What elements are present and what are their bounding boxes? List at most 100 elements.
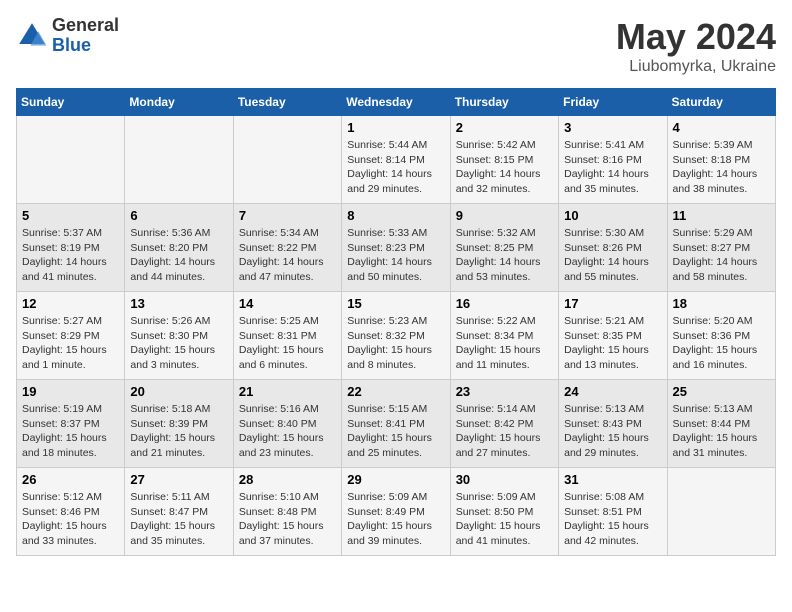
logo-blue: Blue [52, 36, 119, 56]
calendar-week-row: 5 Sunrise: 5:37 AM Sunset: 8:19 PM Daylig… [17, 204, 776, 292]
day-info: Sunrise: 5:20 AM Sunset: 8:36 PM Dayligh… [673, 314, 770, 373]
day-number: 24 [564, 384, 661, 399]
logo-text: General Blue [52, 16, 119, 56]
day-number: 6 [130, 208, 227, 223]
day-info: Sunrise: 5:36 AM Sunset: 8:20 PM Dayligh… [130, 226, 227, 285]
day-info: Sunrise: 5:32 AM Sunset: 8:25 PM Dayligh… [456, 226, 553, 285]
calendar-cell: 16 Sunrise: 5:22 AM Sunset: 8:34 PM Dayli… [450, 292, 558, 380]
calendar-cell: 30 Sunrise: 5:09 AM Sunset: 8:50 PM Dayli… [450, 468, 558, 556]
day-number: 2 [456, 120, 553, 135]
logo-icon [16, 20, 48, 52]
calendar-cell: 3 Sunrise: 5:41 AM Sunset: 8:16 PM Daylig… [559, 116, 667, 204]
day-number: 18 [673, 296, 770, 311]
day-info: Sunrise: 5:12 AM Sunset: 8:46 PM Dayligh… [22, 490, 119, 549]
day-info: Sunrise: 5:37 AM Sunset: 8:19 PM Dayligh… [22, 226, 119, 285]
calendar-week-row: 1 Sunrise: 5:44 AM Sunset: 8:14 PM Daylig… [17, 116, 776, 204]
calendar-cell: 10 Sunrise: 5:30 AM Sunset: 8:26 PM Dayli… [559, 204, 667, 292]
day-info: Sunrise: 5:09 AM Sunset: 8:49 PM Dayligh… [347, 490, 444, 549]
day-info: Sunrise: 5:29 AM Sunset: 8:27 PM Dayligh… [673, 226, 770, 285]
calendar-header-row: SundayMondayTuesdayWednesdayThursdayFrid… [17, 89, 776, 116]
day-info: Sunrise: 5:15 AM Sunset: 8:41 PM Dayligh… [347, 402, 444, 461]
header-wednesday: Wednesday [342, 89, 450, 116]
day-number: 11 [673, 208, 770, 223]
calendar-cell: 15Sunrise: 5:23 AM Sunset: 8:32 PM Dayli… [342, 292, 450, 380]
calendar-cell: 9 Sunrise: 5:32 AM Sunset: 8:25 PM Daylig… [450, 204, 558, 292]
day-info: Sunrise: 5:14 AM Sunset: 8:42 PM Dayligh… [456, 402, 553, 461]
day-number: 27 [130, 472, 227, 487]
calendar-cell: 22 Sunrise: 5:15 AM Sunset: 8:41 PM Dayli… [342, 380, 450, 468]
page-header: General Blue May 2024 Liubomyrka, Ukrain… [16, 16, 776, 76]
logo: General Blue [16, 16, 119, 56]
header-thursday: Thursday [450, 89, 558, 116]
day-info: Sunrise: 5:16 AM Sunset: 8:40 PM Dayligh… [239, 402, 336, 461]
day-info: Sunrise: 5:23 AM Sunset: 8:32 PM Dayligh… [347, 314, 444, 373]
day-number: 19 [22, 384, 119, 399]
header-saturday: Saturday [667, 89, 775, 116]
calendar-cell: 26Sunrise: 5:12 AM Sunset: 8:46 PM Dayli… [17, 468, 125, 556]
calendar-cell: 5 Sunrise: 5:37 AM Sunset: 8:19 PM Daylig… [17, 204, 125, 292]
logo-general: General [52, 16, 119, 36]
day-number: 10 [564, 208, 661, 223]
calendar-cell: 11 Sunrise: 5:29 AM Sunset: 8:27 PM Dayli… [667, 204, 775, 292]
calendar-cell: 24 Sunrise: 5:13 AM Sunset: 8:43 PM Dayli… [559, 380, 667, 468]
day-number: 17 [564, 296, 661, 311]
day-number: 30 [456, 472, 553, 487]
calendar-week-row: 26Sunrise: 5:12 AM Sunset: 8:46 PM Dayli… [17, 468, 776, 556]
calendar-cell: 8Sunrise: 5:33 AM Sunset: 8:23 PM Daylig… [342, 204, 450, 292]
day-info: Sunrise: 5:18 AM Sunset: 8:39 PM Dayligh… [130, 402, 227, 461]
calendar-cell: 29Sunrise: 5:09 AM Sunset: 8:49 PM Dayli… [342, 468, 450, 556]
day-info: Sunrise: 5:13 AM Sunset: 8:44 PM Dayligh… [673, 402, 770, 461]
day-info: Sunrise: 5:25 AM Sunset: 8:31 PM Dayligh… [239, 314, 336, 373]
day-number: 5 [22, 208, 119, 223]
calendar-cell: 23 Sunrise: 5:14 AM Sunset: 8:42 PM Dayli… [450, 380, 558, 468]
calendar-cell [667, 468, 775, 556]
day-info: Sunrise: 5:39 AM Sunset: 8:18 PM Dayligh… [673, 138, 770, 197]
day-number: 20 [130, 384, 227, 399]
calendar-cell: 27Sunrise: 5:11 AM Sunset: 8:47 PM Dayli… [125, 468, 233, 556]
day-number: 16 [456, 296, 553, 311]
day-info: Sunrise: 5:10 AM Sunset: 8:48 PM Dayligh… [239, 490, 336, 549]
day-info: Sunrise: 5:09 AM Sunset: 8:50 PM Dayligh… [456, 490, 553, 549]
day-number: 13 [130, 296, 227, 311]
day-info: Sunrise: 5:19 AM Sunset: 8:37 PM Dayligh… [22, 402, 119, 461]
day-number: 3 [564, 120, 661, 135]
calendar-cell: 13 Sunrise: 5:26 AM Sunset: 8:30 PM Dayli… [125, 292, 233, 380]
calendar-cell: 1 Sunrise: 5:44 AM Sunset: 8:14 PM Daylig… [342, 116, 450, 204]
calendar-location: Liubomyrka, Ukraine [616, 58, 776, 76]
title-block: May 2024 Liubomyrka, Ukraine [616, 16, 776, 76]
day-number: 12 [22, 296, 119, 311]
header-friday: Friday [559, 89, 667, 116]
calendar-cell: 14 Sunrise: 5:25 AM Sunset: 8:31 PM Dayli… [233, 292, 341, 380]
day-number: 9 [456, 208, 553, 223]
day-info: Sunrise: 5:41 AM Sunset: 8:16 PM Dayligh… [564, 138, 661, 197]
day-info: Sunrise: 5:26 AM Sunset: 8:30 PM Dayligh… [130, 314, 227, 373]
calendar-cell: 25Sunrise: 5:13 AM Sunset: 8:44 PM Dayli… [667, 380, 775, 468]
day-number: 1 [347, 120, 444, 135]
calendar-cell [233, 116, 341, 204]
calendar-cell: 6 Sunrise: 5:36 AM Sunset: 8:20 PM Daylig… [125, 204, 233, 292]
calendar-cell: 28Sunrise: 5:10 AM Sunset: 8:48 PM Dayli… [233, 468, 341, 556]
day-info: Sunrise: 5:08 AM Sunset: 8:51 PM Dayligh… [564, 490, 661, 549]
calendar-cell: 12 Sunrise: 5:27 AM Sunset: 8:29 PM Dayli… [17, 292, 125, 380]
calendar-table: SundayMondayTuesdayWednesdayThursdayFrid… [16, 88, 776, 556]
day-number: 14 [239, 296, 336, 311]
calendar-title: May 2024 [616, 16, 776, 58]
day-info: Sunrise: 5:42 AM Sunset: 8:15 PM Dayligh… [456, 138, 553, 197]
day-number: 22 [347, 384, 444, 399]
day-number: 4 [673, 120, 770, 135]
calendar-cell: 2 Sunrise: 5:42 AM Sunset: 8:15 PM Daylig… [450, 116, 558, 204]
day-info: Sunrise: 5:13 AM Sunset: 8:43 PM Dayligh… [564, 402, 661, 461]
calendar-cell: 7Sunrise: 5:34 AM Sunset: 8:22 PM Daylig… [233, 204, 341, 292]
calendar-cell: 19 Sunrise: 5:19 AM Sunset: 8:37 PM Dayli… [17, 380, 125, 468]
calendar-cell: 18 Sunrise: 5:20 AM Sunset: 8:36 PM Dayli… [667, 292, 775, 380]
calendar-cell: 17Sunrise: 5:21 AM Sunset: 8:35 PM Dayli… [559, 292, 667, 380]
day-number: 31 [564, 472, 661, 487]
day-number: 23 [456, 384, 553, 399]
day-info: Sunrise: 5:30 AM Sunset: 8:26 PM Dayligh… [564, 226, 661, 285]
day-info: Sunrise: 5:27 AM Sunset: 8:29 PM Dayligh… [22, 314, 119, 373]
day-info: Sunrise: 5:34 AM Sunset: 8:22 PM Dayligh… [239, 226, 336, 285]
day-info: Sunrise: 5:22 AM Sunset: 8:34 PM Dayligh… [456, 314, 553, 373]
calendar-cell: 4 Sunrise: 5:39 AM Sunset: 8:18 PM Daylig… [667, 116, 775, 204]
day-info: Sunrise: 5:44 AM Sunset: 8:14 PM Dayligh… [347, 138, 444, 197]
calendar-week-row: 12 Sunrise: 5:27 AM Sunset: 8:29 PM Dayli… [17, 292, 776, 380]
